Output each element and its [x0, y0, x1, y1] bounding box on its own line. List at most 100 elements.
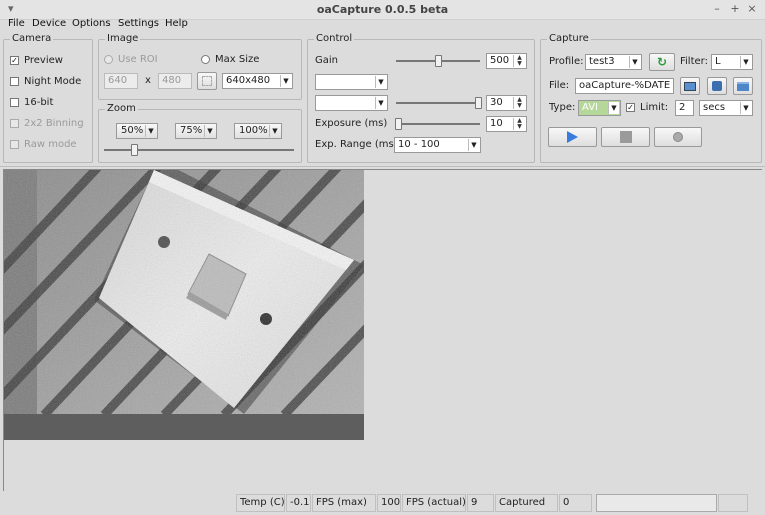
16bit-checkbox[interactable]: 16-bit [10, 97, 53, 108]
night-mode-checkbox-box[interactable] [10, 77, 19, 86]
preview-viewer[interactable] [3, 169, 762, 491]
start-capture-button[interactable] [548, 127, 597, 147]
zoom-50-button[interactable]: 50% ▼ [116, 123, 158, 139]
profile-select[interactable]: test3 ▼ [585, 54, 642, 70]
captured-label: Captured [495, 494, 558, 512]
exp-range-value: 10 - 100 [398, 139, 440, 150]
profile-reload-button[interactable]: ↻ [649, 53, 675, 71]
zoom-group-label: Zoom [105, 103, 138, 114]
exposure-slider-track [396, 123, 480, 125]
gain-value: 500 [490, 55, 510, 66]
image-group: Image [98, 33, 302, 100]
preview-checkbox[interactable]: ✓ Preview [10, 55, 63, 66]
exposure-slider[interactable] [395, 118, 480, 130]
max-size-label: Max Size [215, 54, 260, 65]
preview-image [4, 170, 364, 440]
chevron-down-icon: ▼ [204, 125, 215, 137]
spin-arrows-icon[interactable]: ▲ ▼ [513, 118, 525, 130]
stop-icon [619, 131, 632, 143]
limit-label: Limit: [640, 102, 669, 113]
window-title: oaCapture 0.0.5 beta [316, 3, 449, 16]
limit-unit-value: secs [703, 102, 726, 113]
status-extra-cell [718, 494, 748, 512]
chevron-down-icon: ▼ [740, 56, 751, 68]
file-template-button[interactable] [680, 77, 700, 95]
chevron-down-icon: ▼ [740, 102, 751, 114]
16bit-checkbox-box[interactable] [10, 98, 19, 107]
maximize-icon[interactable]: + [728, 2, 742, 16]
close-icon[interactable]: × [745, 2, 759, 16]
resolution-value: 640x480 [226, 75, 271, 86]
roi-select-button[interactable] [197, 72, 217, 90]
exposure-slider-handle[interactable] [395, 118, 402, 130]
zoom-100-button[interactable]: 100% ▼ [234, 123, 282, 139]
menu-options[interactable]: Options [72, 18, 111, 29]
night-mode-checkbox-label: Night Mode [24, 76, 82, 87]
database-icon [712, 81, 722, 91]
image-icon [684, 81, 696, 91]
limit-checkbox[interactable]: ✓ Limit: [626, 102, 668, 113]
control2-spinbox[interactable]: 30 ▲ ▼ [486, 95, 527, 111]
pause-capture-button[interactable] [654, 127, 702, 147]
max-size-radio[interactable]: Max Size [201, 54, 259, 65]
chevron-down-icon: ▼ [608, 102, 619, 114]
file-name-input[interactable]: oaCapture-%DATE [575, 78, 674, 94]
limit-unit-select[interactable]: secs ▼ [699, 100, 753, 116]
status-bar: Temp (C) -0.1 FPS (max) 100 FPS (actual)… [0, 491, 765, 515]
raw-mode-checkbox-box [10, 140, 19, 149]
limit-checkbox-box[interactable]: ✓ [626, 103, 635, 112]
profile-label: Profile: [549, 56, 584, 67]
file-label: File: [549, 80, 570, 91]
zoom-slider-handle[interactable] [130, 144, 138, 156]
use-roi-radio: Use ROI [104, 54, 158, 65]
gain-slider-handle[interactable] [435, 55, 442, 67]
zoom-75-button[interactable]: 75% ▼ [175, 123, 217, 139]
fps-max-label: FPS (max) [312, 494, 376, 512]
exposure-value: 10 [490, 118, 503, 129]
type-select[interactable]: AVI ▼ [578, 100, 621, 116]
capture-progress-bar [596, 494, 717, 512]
captured-value: 0 [559, 494, 592, 512]
preview-checkbox-box[interactable]: ✓ [10, 56, 19, 65]
control2-slider[interactable] [396, 97, 482, 109]
file-save-button[interactable] [707, 77, 727, 95]
gain-slider[interactable] [396, 55, 480, 67]
menu-settings[interactable]: Settings [118, 18, 159, 29]
max-size-radio-dot[interactable] [201, 55, 210, 64]
control2-slider-track [396, 102, 480, 104]
control-select-2[interactable]: ▼ [315, 95, 388, 111]
filter-select[interactable]: L ▼ [711, 54, 753, 70]
zoom-slider[interactable] [104, 144, 294, 156]
spin-arrows-icon[interactable]: ▲ ▼ [513, 97, 525, 109]
preview-image-letterbox [4, 414, 364, 440]
control2-slider-handle[interactable] [475, 97, 482, 109]
minimize-icon[interactable]: – [710, 2, 724, 16]
temp-label: Temp (C) [236, 494, 285, 512]
night-mode-checkbox[interactable]: Night Mode [10, 76, 81, 87]
spin-arrows-icon[interactable]: ▲ ▼ [513, 55, 525, 67]
chevron-down-icon: ▼ [269, 125, 280, 137]
stop-capture-button[interactable] [601, 127, 650, 147]
menu-device[interactable]: Device [32, 18, 66, 29]
exp-range-select[interactable]: 10 - 100 ▼ [394, 137, 481, 153]
menu-file[interactable]: File [8, 18, 25, 29]
exposure-spinbox[interactable]: 10 ▲ ▼ [486, 116, 527, 132]
limit-value-input[interactable]: 2 [675, 100, 694, 116]
profile-value: test3 [589, 56, 615, 67]
roi-x-label: x [145, 75, 151, 86]
camera-group-label: Camera [10, 33, 54, 44]
chevron-down-icon: ▼ [145, 125, 156, 137]
16bit-checkbox-label: 16-bit [24, 97, 54, 108]
folder-button[interactable] [733, 77, 753, 95]
type-label: Type: [549, 102, 576, 113]
resolution-select[interactable]: 640x480 ▼ [222, 73, 293, 89]
menu-bar: File Device Options Settings Help [0, 18, 765, 32]
menu-help[interactable]: Help [165, 18, 188, 29]
fps-actual-value: 9 [467, 494, 494, 512]
control-select-1[interactable]: ▼ [315, 74, 388, 90]
camera-frame [4, 170, 364, 440]
gain-spinbox[interactable]: 500 ▲ ▼ [486, 53, 527, 69]
pause-icon [673, 132, 683, 142]
binning-checkbox: 2x2 Binning [10, 118, 84, 129]
temp-value: -0.1 [286, 494, 311, 512]
